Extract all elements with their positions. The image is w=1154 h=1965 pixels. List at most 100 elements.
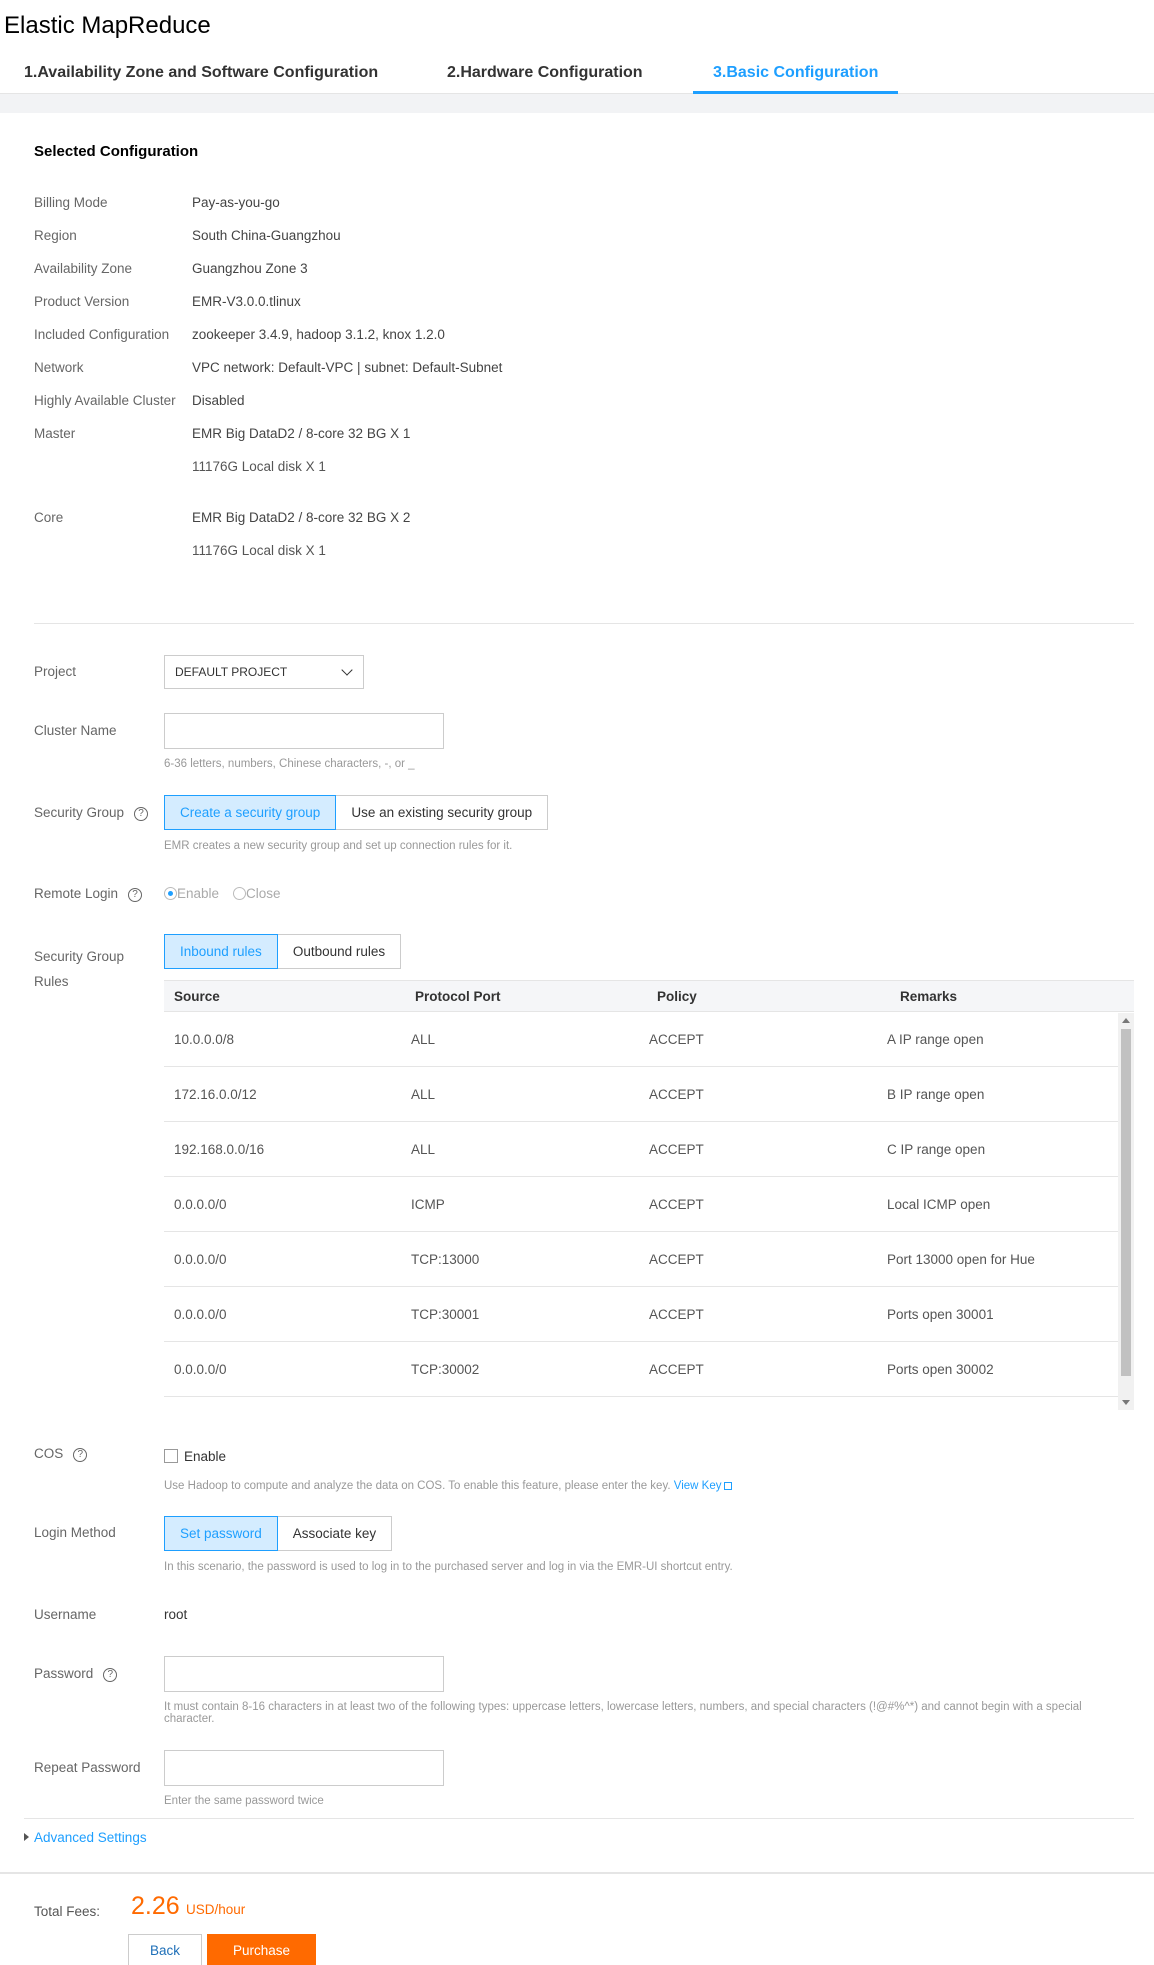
config-value: EMR Big DataD2 / 8-core 32 BG X 1 [192, 426, 411, 441]
sg-rules-table: Source Protocol Port Policy Remarks 10.0… [164, 980, 1134, 1410]
radio-checked-icon [164, 887, 177, 900]
login-method-options: Set password Associate key [164, 1516, 393, 1551]
remote-login-label: Remote Login? [34, 886, 143, 902]
help-icon[interactable]: ? [128, 888, 143, 902]
config-value: Guangzhou Zone 3 [192, 261, 308, 276]
section-divider [34, 623, 1134, 624]
chevron-down-icon [341, 664, 353, 676]
config-value: Disabled [192, 393, 245, 408]
table-row: 0.0.0.0/0 TCP:30001 ACCEPT Ports open 30001 [164, 1287, 1118, 1342]
config-row-master: Master EMR Big DataD2 / 8-core 32 BG X 1 [34, 426, 410, 441]
tab-step-2[interactable]: 2.Hardware Configuration [447, 64, 643, 91]
table-row: 192.168.0.0/16 ALL ACCEPT C IP range open [164, 1122, 1118, 1177]
help-icon[interactable]: ? [103, 1668, 118, 1682]
scroll-down-icon[interactable] [1122, 1400, 1130, 1405]
tab-step-1[interactable]: 1.Availability Zone and Software Configu… [24, 64, 378, 91]
cos-label: COS? [34, 1446, 88, 1462]
scroll-up-icon[interactable] [1122, 1018, 1130, 1023]
config-row-included: Included Configuration zookeeper 3.4.9, h… [34, 327, 445, 342]
cell-policy: ACCEPT [649, 1362, 704, 1377]
cell-remarks: Ports open 30002 [887, 1362, 994, 1377]
cos-hint-text: Use Hadoop to compute and analyze the da… [164, 1480, 671, 1492]
cos-hint: Use Hadoop to compute and analyze the da… [164, 1480, 1124, 1492]
header-band [0, 94, 1154, 113]
radio-label: Enable [177, 886, 220, 901]
cell-port: ICMP [411, 1197, 445, 1212]
cell-policy: ACCEPT [649, 1087, 704, 1102]
config-value: 11176G Local disk X 1 [192, 543, 326, 558]
tab-inbound-rules[interactable]: Inbound rules [164, 934, 278, 969]
cos-enable-checkbox[interactable]: Enable [164, 1449, 226, 1464]
help-icon[interactable]: ? [73, 1448, 88, 1462]
table-row: 10.0.0.0/8 ALL ACCEPT A IP range open [164, 1012, 1118, 1067]
config-row-core: Core EMR Big DataD2 / 8-core 32 BG X 2 [34, 510, 410, 525]
password-label-text: Password [34, 1666, 94, 1681]
external-link-icon [724, 1482, 733, 1490]
total-fees-unit: USD/hour [186, 1902, 246, 1917]
cluster-name-input[interactable] [164, 713, 444, 749]
config-row-network: Network VPC network: Default-VPC | subnet… [34, 360, 502, 375]
sg-rules-tabs: Inbound rules Outbound rules [164, 934, 402, 969]
associate-key-button[interactable]: Associate key [277, 1516, 393, 1551]
tab-outbound-rules[interactable]: Outbound rules [277, 934, 402, 969]
help-icon[interactable]: ? [134, 807, 149, 821]
config-value: EMR Big DataD2 / 8-core 32 BG X 2 [192, 510, 411, 525]
login-method-label: Login Method [34, 1525, 116, 1540]
config-row-zone: Availability Zone Guangzhou Zone 3 [34, 261, 308, 276]
repeat-password-hint: Enter the same password twice [164, 1795, 324, 1807]
purchase-button[interactable]: Purchase [207, 1934, 316, 1965]
cell-remarks: Ports open 30001 [887, 1307, 994, 1322]
table-row: 172.16.0.0/12 ALL ACCEPT B IP range open [164, 1067, 1118, 1122]
cell-policy: ACCEPT [649, 1307, 704, 1322]
repeat-password-input[interactable] [164, 1750, 444, 1786]
checkbox-label: Enable [184, 1449, 227, 1464]
password-label: Password? [34, 1666, 118, 1682]
sg-rules-label-line1: Security Group [34, 949, 125, 964]
view-key-link[interactable]: View Key [674, 1480, 733, 1492]
total-fees-amount: 2.26 [131, 1892, 180, 1920]
cell-port: ALL [411, 1142, 436, 1157]
scrollbar-thumb[interactable] [1121, 1029, 1131, 1376]
config-value: South China-Guangzhou [192, 228, 341, 243]
back-button[interactable]: Back [128, 1934, 202, 1965]
security-group-hint: EMR creates a new security group and set… [164, 840, 513, 852]
remote-login-radios: Enable Close [164, 886, 281, 901]
password-input[interactable] [164, 1656, 444, 1692]
sg-rules-label: Security Group Rules [34, 944, 124, 994]
config-row-version: Product Version EMR-V3.0.0.tlinux [34, 294, 301, 309]
cell-remarks: A IP range open [887, 1032, 984, 1047]
config-value: VPC network: Default-VPC | subnet: Defau… [192, 360, 503, 375]
remote-login-label-text: Remote Login [34, 886, 119, 901]
cell-port: TCP:30002 [411, 1362, 480, 1377]
create-security-group-button[interactable]: Create a security group [164, 795, 337, 830]
security-group-options: Create a security group Use an existing … [164, 795, 549, 830]
cell-source: 0.0.0.0/0 [174, 1197, 227, 1212]
set-password-button[interactable]: Set password [164, 1516, 278, 1551]
existing-security-group-button[interactable]: Use an existing security group [336, 795, 549, 830]
checkbox-icon [164, 1449, 178, 1463]
advanced-settings-toggle[interactable]: Advanced Settings [24, 1830, 147, 1845]
config-row-region: Region South China-Guangzhou [34, 228, 341, 243]
cell-port: TCP:13000 [411, 1252, 480, 1267]
cell-remarks: Local ICMP open [887, 1197, 991, 1212]
cell-remarks: Port 13000 open for Hue [887, 1252, 1035, 1267]
radio-label: Close [246, 886, 281, 901]
cell-policy: ACCEPT [649, 1032, 704, 1047]
remote-login-close[interactable]: Close [233, 886, 281, 901]
cell-remarks: C IP range open [887, 1142, 986, 1157]
project-select[interactable]: DEFAULT PROJECT [164, 655, 364, 689]
username-value: root [164, 1607, 188, 1622]
table-scrollbar[interactable] [1118, 1013, 1134, 1410]
tab-step-3[interactable]: 3.Basic Configuration [693, 64, 899, 94]
config-label: Billing Mode [34, 195, 108, 210]
view-key-text: View Key [673, 1480, 722, 1492]
cell-policy: ACCEPT [649, 1252, 704, 1267]
username-label: Username [34, 1607, 97, 1622]
column-header-policy: Policy [657, 989, 697, 1004]
remote-login-enable[interactable]: Enable [164, 886, 219, 901]
cos-label-text: COS [34, 1446, 64, 1461]
sg-rules-label-line2: Rules [34, 974, 69, 989]
config-row-master-disk: 11176G Local disk X 1 [192, 459, 326, 474]
column-header-source: Source [174, 989, 220, 1004]
cell-port: ALL [411, 1087, 436, 1102]
